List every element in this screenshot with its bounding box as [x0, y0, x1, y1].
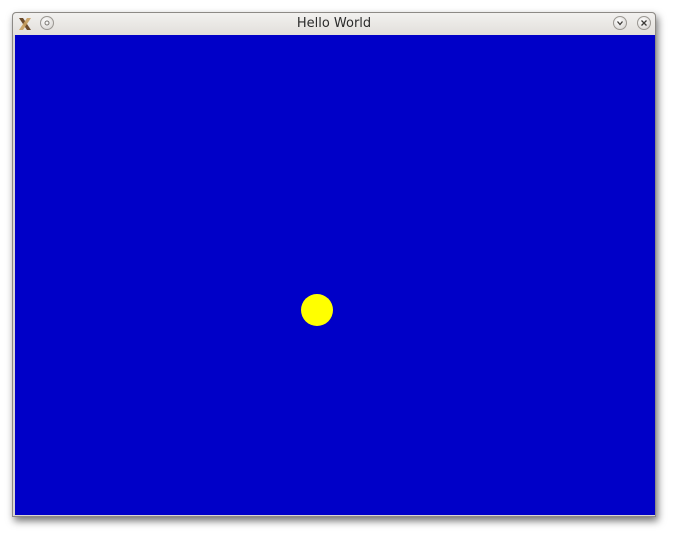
drawing-canvas[interactable]	[15, 35, 655, 515]
yellow-ball	[301, 294, 333, 326]
title-bar[interactable]: Hello World	[13, 13, 655, 35]
chevron-down-icon	[617, 21, 623, 26]
window-title: Hello World	[296, 16, 372, 31]
close-icon	[641, 20, 647, 26]
close-button[interactable]	[637, 16, 651, 30]
shade-button[interactable]	[613, 16, 627, 30]
app-window: Hello World	[12, 12, 656, 517]
